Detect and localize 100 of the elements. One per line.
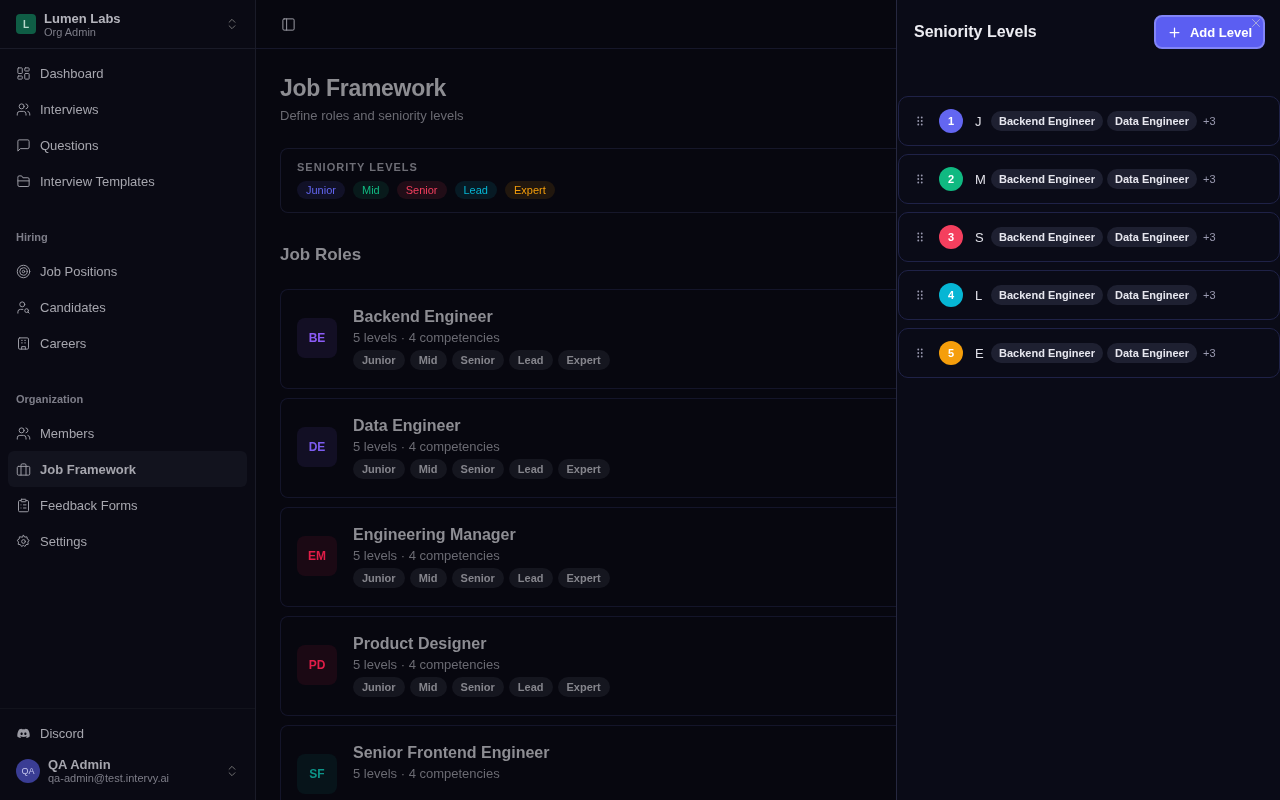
sidebar-item[interactable]: Dashboard [8,55,247,91]
level-tag: Senior [451,459,504,479]
level-tag: Junior [353,568,405,588]
level-tag: Expert [557,459,610,479]
sidebar-item[interactable]: Interviews [8,91,247,127]
role-card[interactable]: BE Backend Engineer 5 levels · 4 competencies Junior Mid Senior Lead Expert [280,289,896,389]
level-tag: Junior [353,677,405,697]
role-meta: 5 levels · 4 competencies [353,439,501,454]
level-tag: Mid [409,459,447,479]
sidebar-item[interactable]: Careers [8,325,247,361]
level-tag: Lead [508,677,553,697]
role-tag: Data Engineer [1107,111,1197,131]
card-heading: SENIORITY LEVELS [297,161,419,173]
more-count: +3 [1202,173,1216,185]
level-tag: Junior [353,350,405,370]
level-row[interactable]: 5 E Backend Engineer Data Engineer +3 [898,328,1280,378]
more-count: +3 [1202,115,1216,127]
level-tag: Mid [352,181,389,199]
close-icon [1249,16,1263,30]
level-tag: Junior [353,459,405,479]
level-tag: Mid [409,677,447,697]
level-name: L [975,287,984,303]
section-label: Hiring [15,230,49,245]
user-avatar: QA [16,758,40,783]
role-card[interactable]: SF Senior Frontend Engineer 5 levels · 4 competencies [280,725,896,800]
user-search-icon [16,299,31,315]
role-name: Senior Frontend Engineer [353,744,550,762]
level-tag: Lead [508,350,553,370]
sidebar-item[interactable]: Settings [8,523,247,559]
level-tag: Senior [451,350,504,370]
panel-icon [281,16,296,32]
level-tag: Expert [557,350,610,370]
role-avatar: BE [297,318,337,358]
level-name: J [975,113,983,129]
level-tag: Expert [557,677,610,697]
role-meta: 5 levels · 4 competencies [353,330,501,345]
role-card[interactable]: PD Product Designer 5 levels · 4 competencies Junior Mid Senior Lead Expert [280,616,896,716]
org-name: Lumen Labs [44,10,122,26]
role-tag: Data Engineer [1107,285,1197,305]
level-tag: Senior [451,677,504,697]
role-meta: 5 levels · 4 competencies [353,548,501,563]
role-tag: Data Engineer [1107,343,1197,363]
sidebar-item[interactable]: Job Framework [8,451,247,487]
role-tag: Backend Engineer [991,343,1103,363]
role-tag: Data Engineer [1107,169,1197,189]
sidebar-item[interactable]: Job Positions [8,253,247,289]
level-tag: Lead [454,181,497,199]
sidebar-item[interactable]: Candidates [8,289,247,325]
level-row[interactable]: 4 L Backend Engineer Data Engineer +3 [898,270,1280,320]
level-tag: Junior [297,181,345,199]
section-heading: Job Roles [280,245,363,265]
page-subtitle: Define roles and seniority levels [280,108,465,123]
panel-title: Seniority Levels [914,23,1037,41]
level-name: M [975,171,987,187]
level-number: 3 [939,225,963,249]
building-icon [16,335,31,351]
users-icon [16,425,31,441]
role-name: Backend Engineer [353,308,494,326]
sidebar-item[interactable]: Interview Templates [8,163,247,199]
sidebar-item[interactable]: Feedback Forms [8,487,247,523]
level-row[interactable]: 3 S Backend Engineer Data Engineer +3 [898,212,1280,262]
level-name: S [975,229,985,245]
level-row[interactable]: 1 J Backend Engineer Data Engineer +3 [898,96,1280,146]
sidebar-item[interactable]: Members [8,415,247,451]
user-email: qa-admin@test.intervy.ai [48,772,170,784]
clipboard-icon [16,497,31,513]
level-tag: Mid [409,568,447,588]
add-level-button[interactable]: Add Level [1153,15,1265,49]
role-card[interactable]: EM Engineering Manager 5 levels · 4 competencies Junior Mid Senior Lead Expert [280,507,896,607]
level-tag: Lead [508,459,553,479]
discord-link[interactable]: Discord [8,715,247,751]
level-tag: Expert [505,181,555,199]
org-avatar: L [16,14,36,34]
role-card[interactable]: DE Data Engineer 5 levels · 4 competencies Junior Mid Senior Lead Expert [280,398,896,498]
level-number: 5 [939,341,963,365]
level-tag: Senior [396,181,447,199]
role-tag: Data Engineer [1107,227,1197,247]
sidebar-item[interactable]: Questions [8,127,247,163]
level-row[interactable]: 2 M Backend Engineer Data Engineer +3 [898,154,1280,204]
role-name: Data Engineer [353,417,462,435]
role-meta: 5 levels · 4 competencies [353,657,501,672]
folder-icon [16,173,31,189]
level-tag: Mid [409,350,447,370]
level-number: 2 [939,167,963,191]
level-tag: Expert [557,568,610,588]
more-count: +3 [1202,231,1216,243]
level-tag: Lead [508,568,553,588]
role-tag: Backend Engineer [991,169,1103,189]
more-count: +3 [1202,347,1216,359]
role-avatar: DE [297,427,337,467]
settings-icon [16,533,31,549]
role-meta: 5 levels · 4 competencies [353,766,501,781]
role-tag: Backend Engineer [991,285,1103,305]
section-label: Organization [15,392,85,407]
role-avatar: SF [297,754,337,794]
target-icon [16,263,31,279]
level-tag: Senior [451,568,504,588]
grid-icon [16,65,31,81]
role-avatar: PD [297,645,337,685]
user-name: QA Admin [48,757,112,772]
